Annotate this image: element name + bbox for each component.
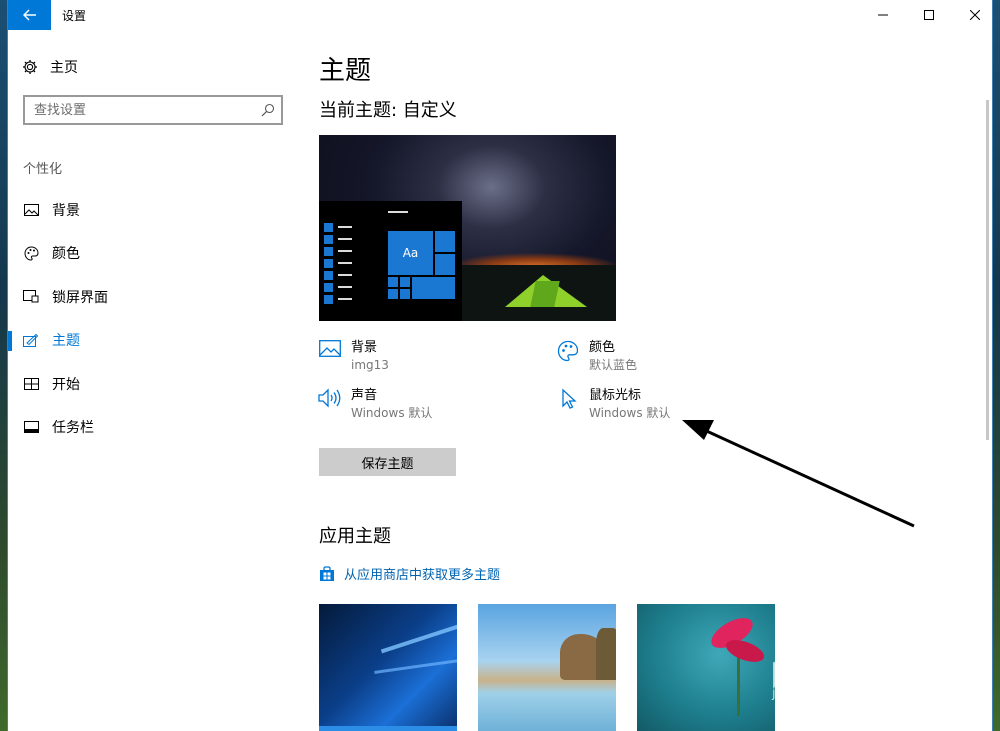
annotation-arrow xyxy=(682,420,915,528)
watermark-subtext: jingyan.baidu.com xyxy=(772,686,892,701)
